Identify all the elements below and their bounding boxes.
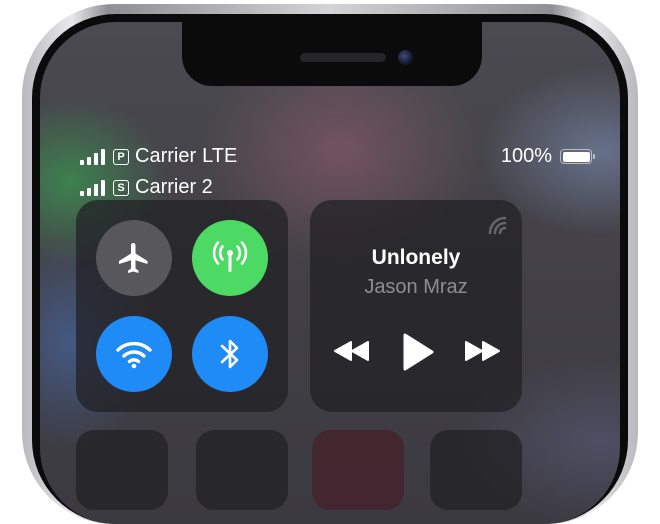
airplane-mode-toggle[interactable]	[96, 220, 172, 296]
airplay-icon[interactable]	[486, 214, 508, 236]
sim-primary-badge: P	[113, 148, 129, 165]
antenna-icon	[212, 241, 248, 272]
control-tile[interactable]	[76, 430, 168, 510]
next-track-button[interactable]	[462, 336, 502, 366]
connectivity-module	[76, 200, 288, 412]
carrier-1-status: P Carrier LTE	[80, 145, 237, 168]
earpiece-speaker	[300, 53, 386, 62]
song-artist: Jason Mraz	[364, 276, 468, 298]
previous-track-button[interactable]	[332, 336, 372, 366]
carrier-2-name: Carrier 2	[135, 176, 213, 198]
battery-icon	[560, 149, 595, 164]
play-icon	[403, 333, 434, 371]
now-playing-module[interactable]: Unlonely Jason Mraz	[310, 200, 522, 412]
previous-icon	[334, 341, 369, 361]
sim-secondary-badge: S	[113, 179, 129, 196]
signal-bars-icon	[80, 148, 105, 165]
control-tile[interactable]	[312, 430, 404, 510]
bluetooth-icon	[220, 339, 239, 369]
next-icon	[465, 341, 500, 361]
control-tile[interactable]	[196, 430, 288, 510]
carrier-1-name: Carrier	[135, 145, 197, 167]
carrier-1-network: LTE	[202, 145, 238, 167]
wifi-icon	[116, 341, 152, 369]
cellular-data-toggle[interactable]	[192, 220, 268, 296]
notch	[182, 22, 482, 86]
song-title: Unlonely	[371, 246, 461, 269]
front-camera	[398, 50, 413, 65]
bluetooth-toggle[interactable]	[192, 316, 268, 392]
airplane-icon	[119, 243, 148, 273]
carrier-2-status: S Carrier 2	[80, 176, 213, 199]
battery-percentage: 100%	[500, 145, 552, 167]
signal-bars-icon	[80, 179, 105, 196]
battery-status: 100%	[500, 145, 595, 168]
control-tile[interactable]	[430, 430, 522, 510]
play-button[interactable]	[398, 330, 438, 374]
wifi-toggle[interactable]	[96, 316, 172, 392]
